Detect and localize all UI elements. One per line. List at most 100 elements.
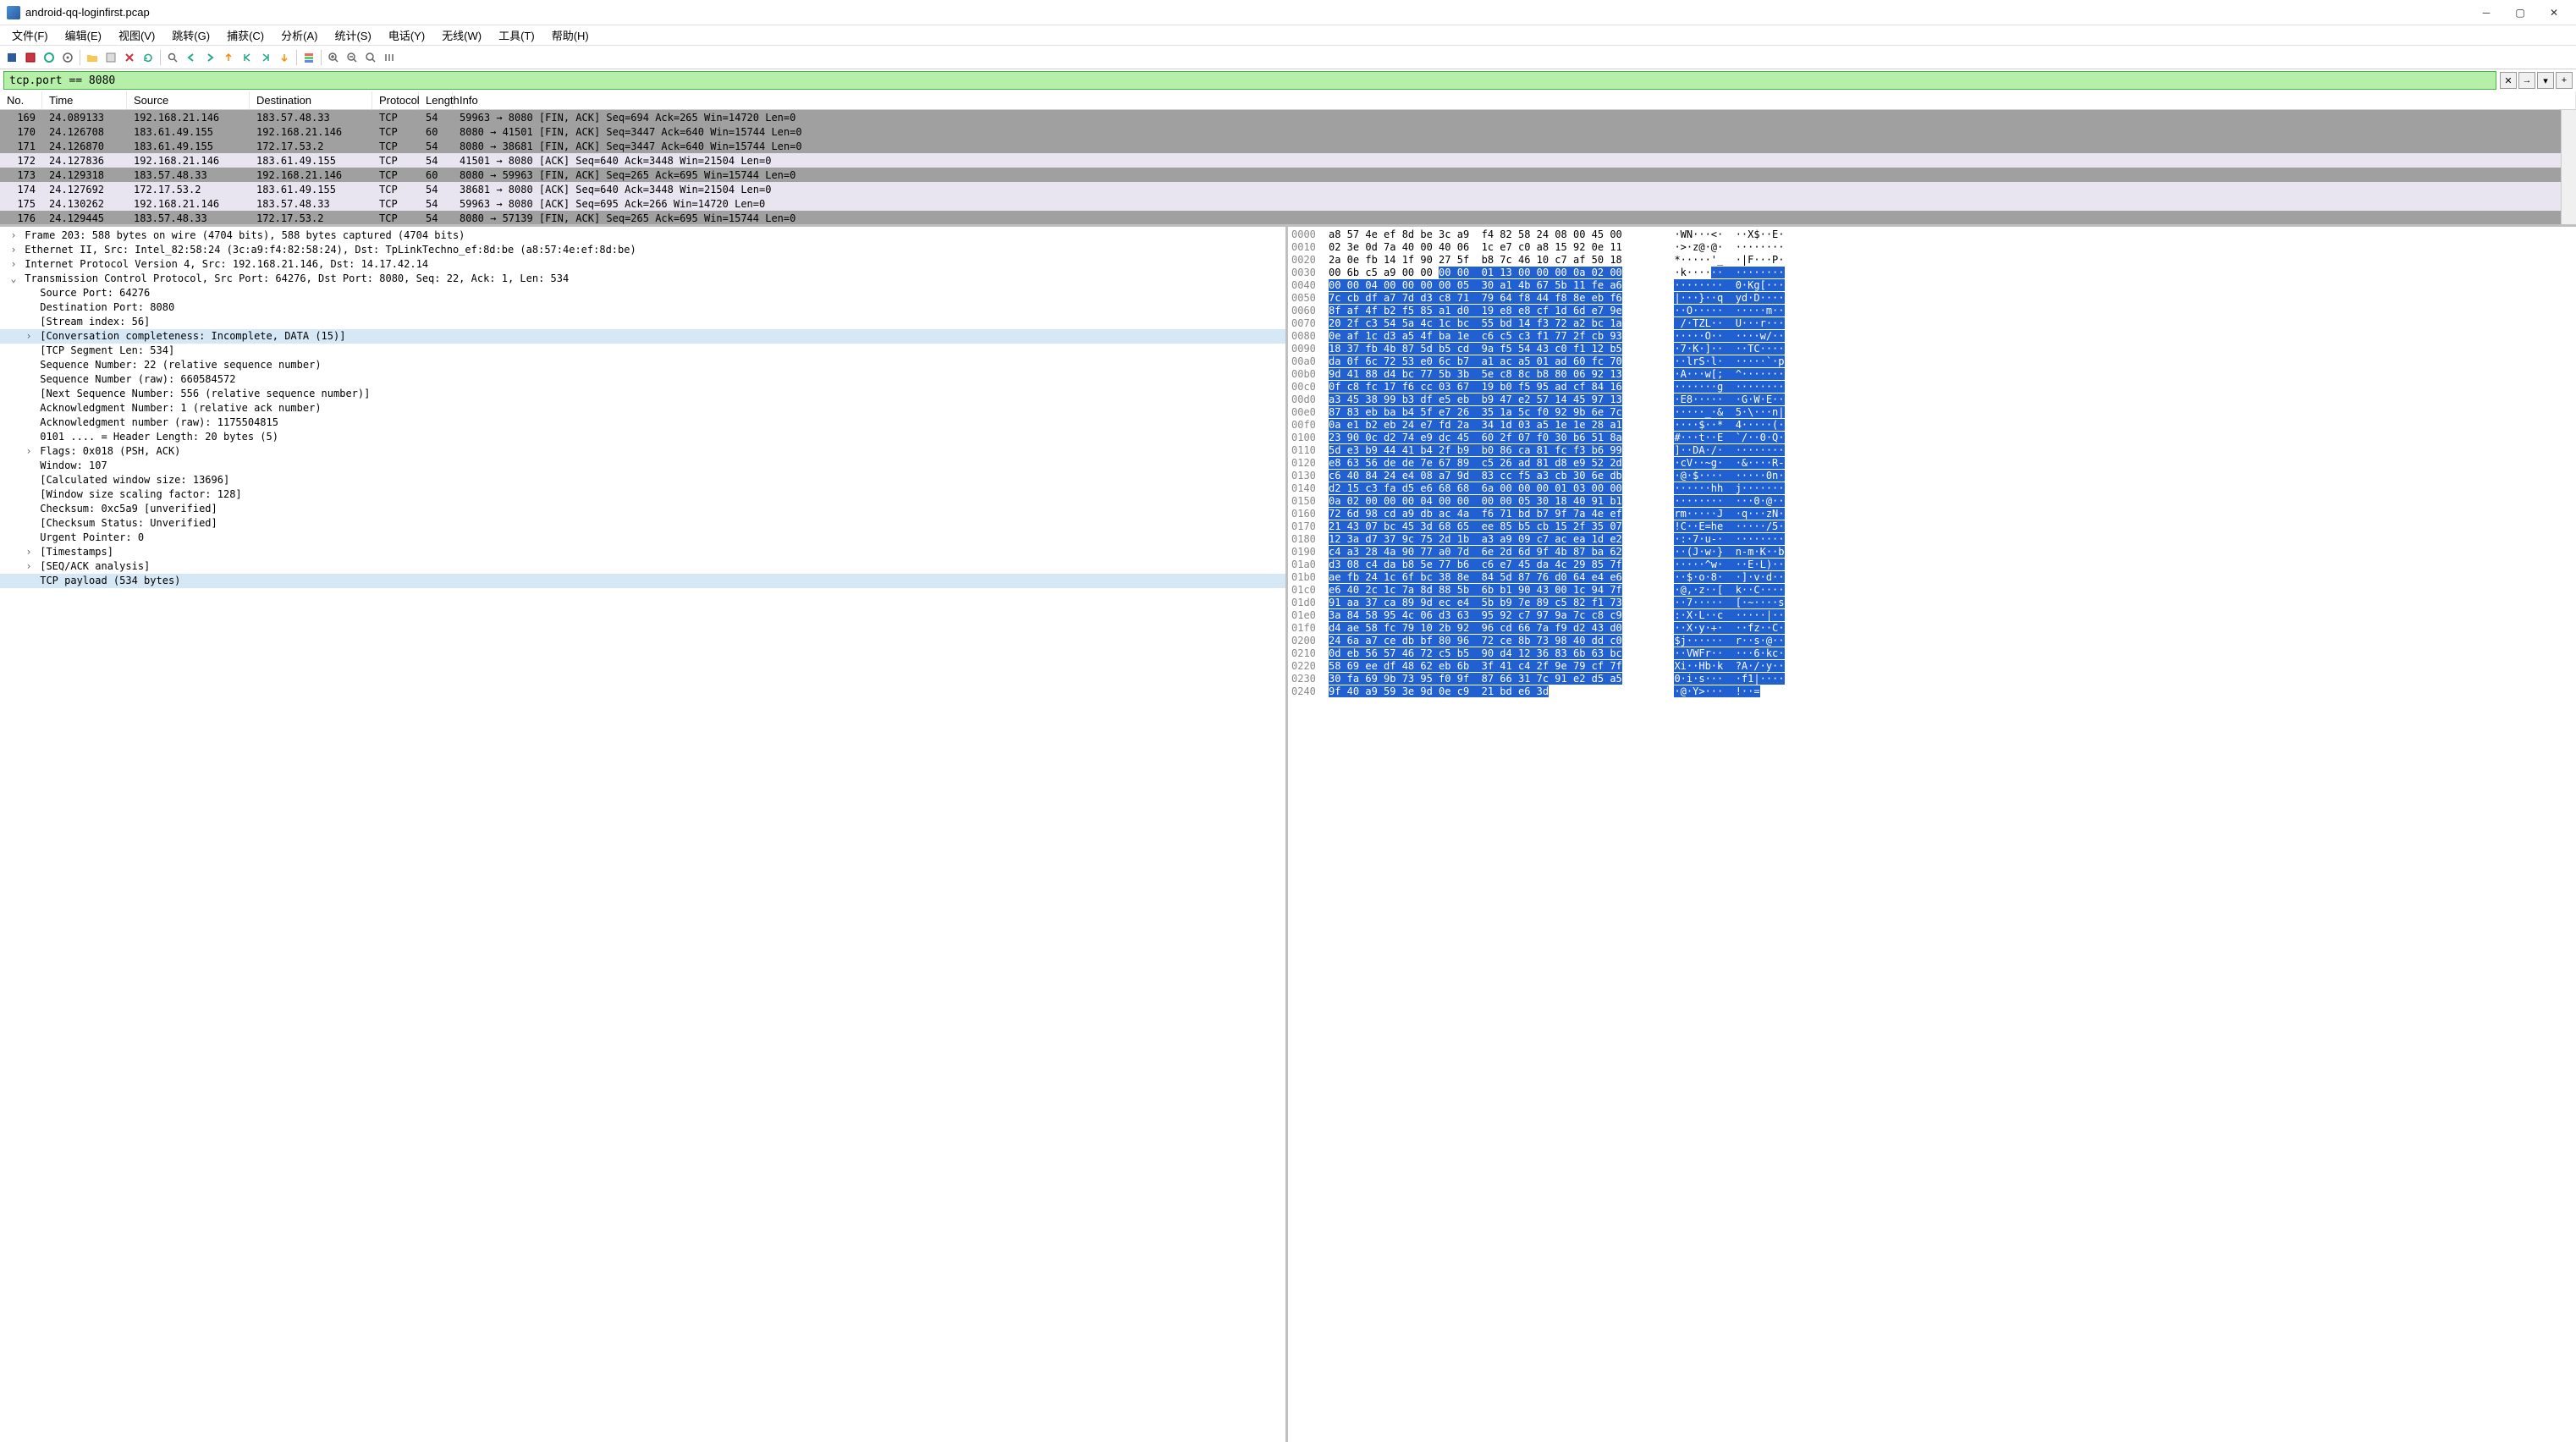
clear-filter-button[interactable]: ✕: [2500, 72, 2517, 89]
packet-details-pane[interactable]: › Frame 203: 588 bytes on wire (4704 bit…: [0, 227, 1288, 1442]
byte-row[interactable]: 022058 69 ee df 48 62 eb 6b 3f 41 c4 2f …: [1291, 660, 2573, 673]
byte-row[interactable]: 023030 fa 69 9b 73 95 f0 9f 87 66 31 7c …: [1291, 673, 2573, 685]
byte-row[interactable]: 00202a 0e fb 14 1f 90 27 5f b8 7c 46 10 …: [1291, 254, 2573, 267]
byte-row[interactable]: 0140d2 15 c3 fa d5 e6 68 68 6a 00 00 00 …: [1291, 482, 2573, 495]
byte-row[interactable]: 00c00f c8 fc 17 f6 cc 03 67 19 b0 f5 95 …: [1291, 381, 2573, 394]
detail-item[interactable]: › Flags: 0x018 (PSH, ACK): [0, 444, 1285, 459]
packet-row[interactable]: 17624.129445183.57.48.33172.17.53.2TCP54…: [0, 211, 2576, 225]
byte-row[interactable]: 009018 37 fb 4b 87 5d b5 cd 9a f5 54 43 …: [1291, 343, 2573, 355]
packet-list-scrollbar[interactable]: [2561, 110, 2576, 224]
col-header-destination[interactable]: Destination: [250, 91, 372, 109]
detail-item[interactable]: ⌄ Transmission Control Protocol, Src Por…: [0, 272, 1285, 286]
packet-row[interactable]: 17524.130262192.168.21.146183.57.48.33TC…: [0, 196, 2576, 211]
next-icon[interactable]: [201, 49, 218, 66]
detail-item[interactable]: Checksum: 0xc5a9 [unverified]: [0, 502, 1285, 516]
col-header-time[interactable]: Time: [42, 91, 127, 109]
col-header-length[interactable]: Length: [419, 91, 453, 109]
detail-item[interactable]: Sequence Number: 22 (relative sequence n…: [0, 358, 1285, 372]
detail-item[interactable]: › Frame 203: 588 bytes on wire (4704 bit…: [0, 228, 1285, 243]
byte-row[interactable]: 00b09d 41 88 d4 bc 77 5b 3b 5e c8 8c b8 …: [1291, 368, 2573, 381]
byte-row[interactable]: 01500a 02 00 00 00 04 00 00 00 00 05 30 …: [1291, 495, 2573, 508]
byte-row[interactable]: 010023 90 0c d2 74 e9 dc 45 60 2f 07 f0 …: [1291, 432, 2573, 444]
byte-row[interactable]: 01105d e3 b9 44 41 b4 2f b9 b0 86 ca 81 …: [1291, 444, 2573, 457]
byte-row[interactable]: 020024 6a a7 ce db bf 80 96 72 ce 8b 73 …: [1291, 635, 2573, 647]
col-header-no[interactable]: No.: [0, 91, 42, 109]
tree-arrow-icon[interactable]: ⌄: [8, 272, 19, 286]
stop-capture-icon[interactable]: [22, 49, 39, 66]
detail-item[interactable]: › [Conversation completeness: Incomplete…: [0, 329, 1285, 344]
packet-row[interactable]: 17424.127692172.17.53.2183.61.49.155TCP5…: [0, 182, 2576, 196]
detail-item[interactable]: › Ethernet II, Src: Intel_82:58:24 (3c:a…: [0, 243, 1285, 257]
detail-item[interactable]: Source Port: 64276: [0, 286, 1285, 300]
detail-item[interactable]: Urgent Pointer: 0: [0, 531, 1285, 545]
byte-row[interactable]: 016072 6d 98 cd a9 db ac 4a f6 71 bd b7 …: [1291, 508, 2573, 520]
detail-item[interactable]: › [Timestamps]: [0, 545, 1285, 559]
byte-row[interactable]: 00507c cb df a7 7d d3 c8 71 79 64 f8 44 …: [1291, 292, 2573, 305]
tree-arrow-icon[interactable]: ›: [24, 559, 34, 574]
detail-item[interactable]: › [SEQ/ACK analysis]: [0, 559, 1285, 574]
detail-item[interactable]: [Window size scaling factor: 128]: [0, 487, 1285, 502]
col-header-protocol[interactable]: Protocol: [372, 91, 419, 109]
tree-arrow-icon[interactable]: ›: [24, 329, 34, 344]
restart-capture-icon[interactable]: [41, 49, 58, 66]
menu-电话[interactable]: 电话(Y): [380, 25, 433, 45]
byte-row[interactable]: 00a0da 0f 6c 72 53 e0 6c b7 a1 ac a5 01 …: [1291, 355, 2573, 368]
detail-item[interactable]: Acknowledgment number (raw): 1175504815: [0, 416, 1285, 430]
save-file-icon[interactable]: [102, 49, 119, 66]
start-capture-icon[interactable]: [3, 49, 20, 66]
detail-item[interactable]: › Internet Protocol Version 4, Src: 192.…: [0, 257, 1285, 272]
menu-编辑[interactable]: 编辑(E): [57, 25, 110, 45]
filter-dropdown-button[interactable]: ▾: [2537, 72, 2554, 89]
packet-row[interactable]: 17124.126870183.61.49.155172.17.53.2TCP5…: [0, 139, 2576, 153]
byte-row[interactable]: 018012 3a d7 37 9c 75 2d 1b a3 a9 09 c7 …: [1291, 533, 2573, 546]
packet-row[interactable]: 16924.089133192.168.21.146183.57.48.33TC…: [0, 110, 2576, 124]
resize-columns-icon[interactable]: [381, 49, 398, 66]
packet-row[interactable]: 17024.126708183.61.49.155192.168.21.146T…: [0, 124, 2576, 139]
byte-row[interactable]: 0190c4 a3 28 4a 90 77 a0 7d 6e 2d 6d 9f …: [1291, 546, 2573, 559]
col-header-source[interactable]: Source: [127, 91, 250, 109]
zoom-out-icon[interactable]: [344, 49, 361, 66]
byte-row[interactable]: 00f00a e1 b2 eb 24 e7 fd 2a 34 1d 03 a5 …: [1291, 419, 2573, 432]
tree-arrow-icon[interactable]: ›: [24, 545, 34, 559]
prev-icon[interactable]: [183, 49, 200, 66]
detail-item[interactable]: [TCP Segment Len: 534]: [0, 344, 1285, 358]
byte-row[interactable]: 00e087 83 eb ba b4 5f e7 26 35 1a 5c f0 …: [1291, 406, 2573, 419]
menu-跳转[interactable]: 跳转(G): [163, 25, 218, 45]
reload-icon[interactable]: [140, 49, 157, 66]
byte-row[interactable]: 02409f 40 a9 59 3e 9d 0e c9 21 bd e6 3d …: [1291, 685, 2573, 698]
menu-捕获[interactable]: 捕获(C): [218, 25, 272, 45]
detail-item[interactable]: [Next Sequence Number: 556 (relative seq…: [0, 387, 1285, 401]
byte-row[interactable]: 00800e af 1c d3 a5 4f ba 1e c6 c5 c3 f1 …: [1291, 330, 2573, 343]
minimize-button[interactable]: ─: [2478, 4, 2495, 21]
menu-统计[interactable]: 统计(S): [326, 25, 379, 45]
tree-arrow-icon[interactable]: ›: [8, 243, 19, 257]
packet-row[interactable]: 17324.129318183.57.48.33192.168.21.146TC…: [0, 168, 2576, 182]
byte-row[interactable]: 01d091 aa 37 ca 89 9d ec e4 5b b9 7e 89 …: [1291, 597, 2573, 609]
packet-row[interactable]: 17224.127836192.168.21.146183.61.49.155T…: [0, 153, 2576, 168]
byte-row[interactable]: 00d0a3 45 38 99 b3 df e5 eb b9 47 e2 57 …: [1291, 394, 2573, 406]
detail-item[interactable]: Sequence Number (raw): 660584572: [0, 372, 1285, 387]
auto-scroll-icon[interactable]: [276, 49, 293, 66]
byte-row[interactable]: 00608f af 4f b2 f5 85 a1 d0 19 e8 e8 cf …: [1291, 305, 2573, 317]
packet-bytes-pane[interactable]: 0000a8 57 4e ef 8d be 3c a9 f4 82 58 24 …: [1288, 227, 2576, 1442]
byte-row[interactable]: 004000 00 04 00 00 00 00 05 30 a1 4b 67 …: [1291, 279, 2573, 292]
menu-工具[interactable]: 工具(T): [490, 25, 543, 45]
byte-row[interactable]: 003000 6b c5 a9 00 00 00 00 01 13 00 00 …: [1291, 267, 2573, 279]
tree-arrow-icon[interactable]: ›: [8, 257, 19, 272]
detail-item[interactable]: [Checksum Status: Unverified]: [0, 516, 1285, 531]
byte-row[interactable]: 02100d eb 56 57 46 72 c5 b5 90 d4 12 36 …: [1291, 647, 2573, 660]
byte-row[interactable]: 01a0d3 08 c4 da b8 5e 77 b6 c6 e7 45 da …: [1291, 559, 2573, 571]
byte-row[interactable]: 0120e8 63 56 de de 7e 67 89 c5 26 ad 81 …: [1291, 457, 2573, 470]
add-filter-button[interactable]: +: [2556, 72, 2573, 89]
detail-item[interactable]: Acknowledgment Number: 1 (relative ack n…: [0, 401, 1285, 416]
byte-row[interactable]: 01c0e6 40 2c 1c 7a 8d 88 5b 6b b1 90 43 …: [1291, 584, 2573, 597]
zoom-in-icon[interactable]: [325, 49, 342, 66]
go-first-icon[interactable]: [239, 49, 256, 66]
byte-row[interactable]: 001002 3e 0d 7a 40 00 40 06 1c e7 c0 a8 …: [1291, 241, 2573, 254]
byte-row[interactable]: 01b0ae fb 24 1c 6f bc 38 8e 84 5d 87 76 …: [1291, 571, 2573, 584]
byte-row[interactable]: 007020 2f c3 54 5a 4c 1c bc 55 bd 14 f3 …: [1291, 317, 2573, 330]
menu-无线[interactable]: 无线(W): [433, 25, 490, 45]
zoom-reset-icon[interactable]: [362, 49, 379, 66]
menu-分析[interactable]: 分析(A): [272, 25, 326, 45]
detail-item[interactable]: [Stream index: 56]: [0, 315, 1285, 329]
